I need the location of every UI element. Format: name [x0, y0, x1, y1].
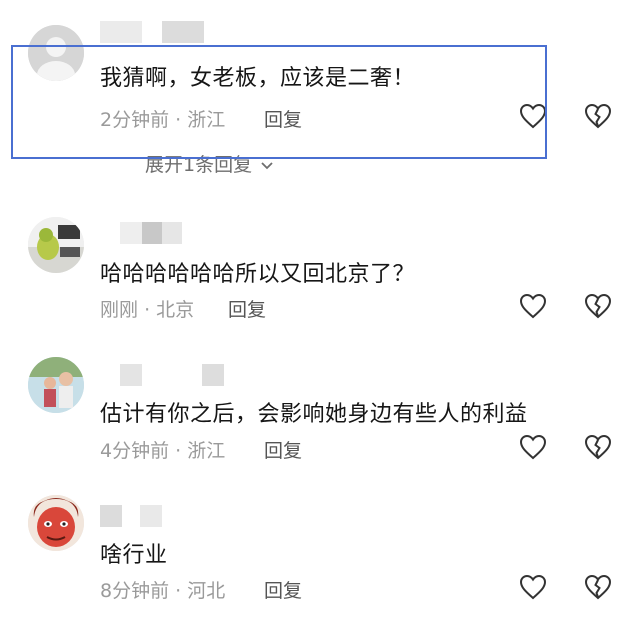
comment-time: 8分钟前 [100, 580, 170, 602]
heart-icon[interactable] [518, 291, 548, 321]
avatar[interactable] [28, 217, 84, 273]
heart-icon[interactable] [518, 572, 548, 602]
comment-location: 河北 [187, 580, 226, 602]
comment-time: 刚刚 [100, 299, 139, 321]
comment-text: 估计有你之后，会影响她身边有些人的利益 [100, 402, 528, 427]
comment-location: 浙江 [187, 440, 226, 462]
broken-heart-icon[interactable] [583, 572, 613, 602]
meta-separator: · [175, 580, 182, 602]
comment-meta: 8分钟前 · 河北 [100, 576, 225, 603]
comment-text: 啥行业 [100, 543, 168, 568]
comment-time: 4分钟前 [100, 440, 170, 462]
comment-meta: 刚刚 · 北京 [100, 295, 194, 322]
reply-button[interactable]: 回复 [264, 436, 302, 463]
reply-button[interactable]: 回复 [228, 295, 266, 322]
heart-icon[interactable] [518, 432, 548, 462]
comment-meta: 4分钟前 · 浙江 [100, 436, 225, 463]
comment-text: 哈哈哈哈哈哈所以又回北京了？ [100, 262, 416, 287]
comment-location: 北京 [156, 299, 195, 321]
broken-heart-icon[interactable] [583, 291, 613, 321]
broken-heart-icon[interactable] [583, 432, 613, 462]
avatar-image [28, 495, 84, 551]
avatar-image [28, 217, 84, 273]
avatar[interactable] [28, 495, 84, 551]
meta-separator: · [144, 299, 151, 321]
chevron-down-icon [261, 161, 273, 169]
reply-button[interactable]: 回复 [264, 576, 302, 603]
meta-separator: · [175, 440, 182, 462]
broken-heart-icon[interactable] [583, 101, 613, 131]
avatar[interactable] [28, 357, 84, 413]
avatar-image [28, 357, 84, 413]
selection-highlight-box [11, 45, 547, 159]
